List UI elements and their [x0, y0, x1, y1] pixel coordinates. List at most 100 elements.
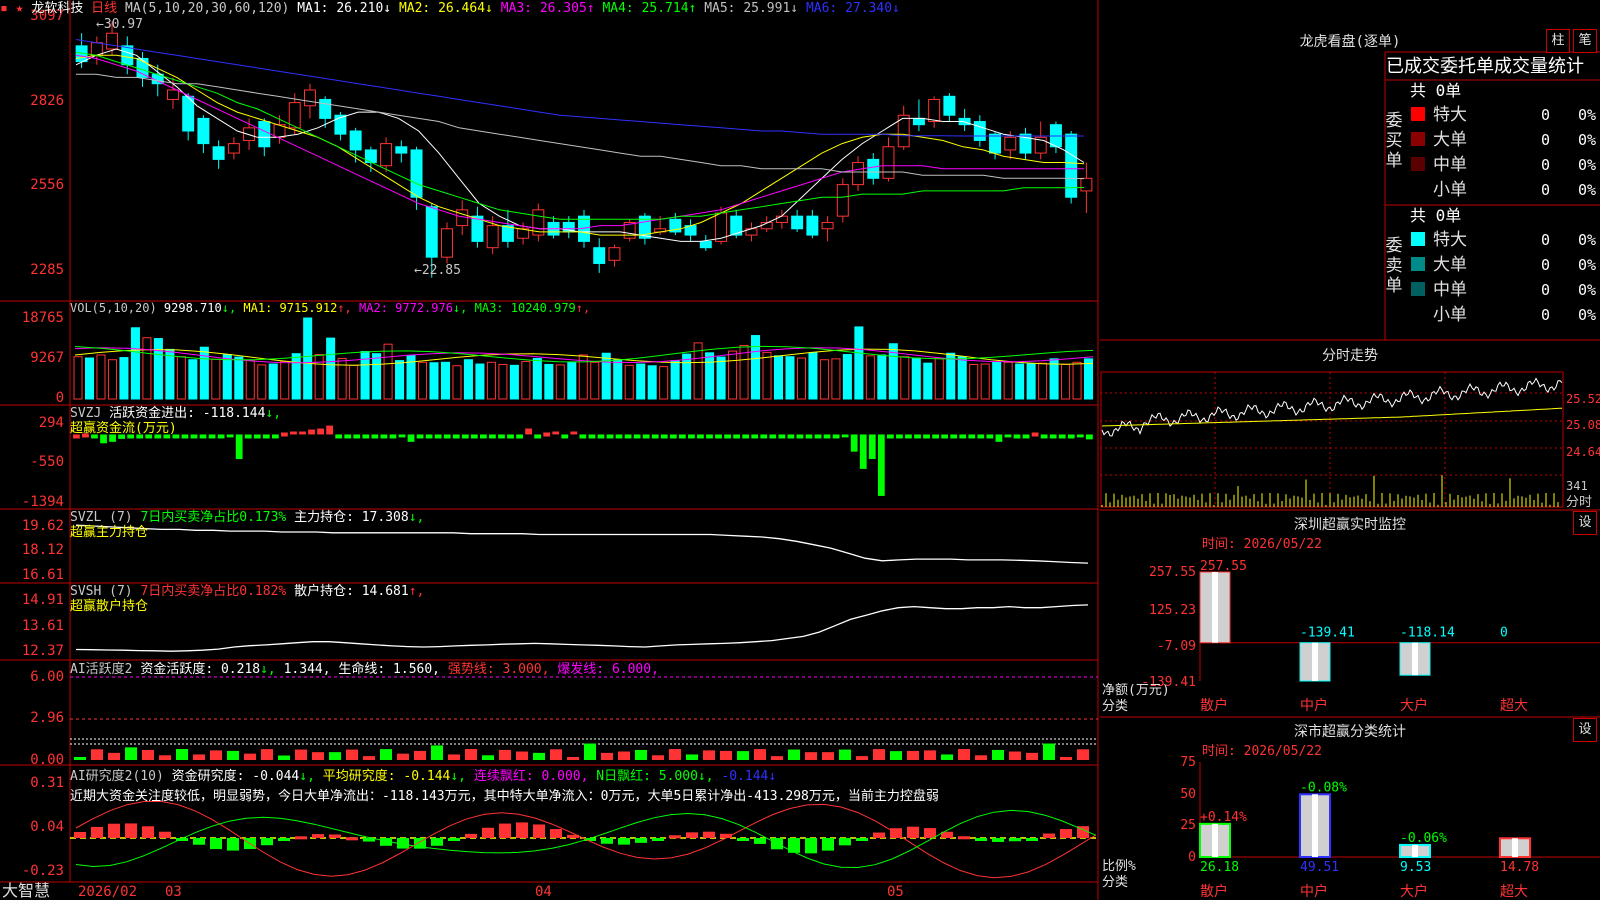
- candle-body: [395, 146, 408, 154]
- svzj-bar: [823, 434, 831, 439]
- volume-bar: [911, 357, 921, 400]
- ai-activity-bar: [924, 750, 936, 760]
- classify-title: 深市超赢分类统计: [1294, 723, 1406, 740]
- monitor-cat: 分类: [1102, 699, 1128, 714]
- brand-logo: 大智慧: [2, 881, 50, 900]
- svzj-bar: [886, 434, 894, 439]
- classify-bar-change: +0.14%: [1200, 810, 1247, 825]
- buy-row-name: 小单: [1433, 180, 1467, 200]
- ai-activity-bar: [1009, 751, 1021, 760]
- ai-activity-bar: [397, 753, 409, 760]
- candle-body: [258, 121, 271, 148]
- volume-bar: [1049, 358, 1059, 400]
- ai-research-bar: [482, 827, 494, 838]
- monitor-category: 超大: [1500, 698, 1528, 714]
- sell-row-value: 0: [1541, 231, 1550, 249]
- svzj-bar: [290, 431, 297, 435]
- ai-activity-bar: [125, 747, 137, 760]
- ai-research-bar: [142, 826, 154, 838]
- svzj-bar: [941, 434, 949, 439]
- ai-activity-bar: [873, 749, 885, 760]
- volume-bar: [957, 356, 967, 400]
- svzj-bar: [498, 434, 505, 439]
- tick-view-button[interactable]: 笔: [1573, 29, 1597, 53]
- monitor-category: 大户: [1400, 697, 1428, 714]
- ai-activity-bar: [1026, 752, 1038, 760]
- monitor-y-tick: -7.09: [1157, 639, 1196, 654]
- volume-bar: [831, 358, 841, 400]
- monitor-unit: 净额(万元): [1102, 683, 1170, 698]
- svzj-bar: [489, 434, 496, 439]
- svzj-bar: [923, 434, 930, 439]
- volume-bar: [796, 357, 806, 400]
- svzj-bar: [932, 434, 939, 439]
- volume-bar: [647, 365, 657, 400]
- volume-bar: [509, 364, 519, 400]
- ai-research-bar: [601, 838, 613, 844]
- svzj-bars[interactable]: [73, 425, 1093, 496]
- volume-bar: [107, 359, 117, 400]
- candle-body: [943, 95, 956, 116]
- chart-workspace[interactable]: 龙虎看盘(逐单)已成交委托单成交量统计共 0单委买单特大 0 0%大单 0 0%中单 0 0…: [0, 0, 1600, 900]
- ai-activity-bar: [737, 751, 749, 760]
- y-tick-label: 294: [39, 415, 64, 431]
- ai-activity-bar: [720, 750, 732, 760]
- monitor-settings-button[interactable]: 设: [1573, 511, 1597, 535]
- buy-row-pct: 0%: [1578, 131, 1596, 149]
- ai-activity-bar: [482, 755, 494, 760]
- candlestick-chart[interactable]: [75, 21, 1093, 278]
- sell-row-pct: 0%: [1578, 231, 1596, 249]
- y-tick-label: 2285: [30, 262, 64, 278]
- volume-bar: [865, 355, 875, 400]
- intraday-frame: [1100, 371, 1564, 508]
- y-tick-label: 12.37: [22, 643, 64, 659]
- monitor-y-tick: 257.55: [1149, 565, 1196, 580]
- ai-activity-bar: [108, 752, 120, 760]
- volume-bars[interactable]: [73, 317, 1094, 400]
- volume-bar: [934, 357, 944, 400]
- svzj-bar: [733, 434, 741, 439]
- volume-bar: [854, 326, 864, 400]
- ai-activity-bar: [176, 749, 188, 760]
- volume-bar: [142, 337, 152, 400]
- candle-body: [867, 158, 880, 179]
- monitor-bar: [1199, 571, 1231, 644]
- ai-research-bar: [125, 823, 137, 838]
- y-tick-label: 0: [56, 390, 64, 406]
- candle-body: [166, 89, 179, 100]
- svzj-bar: [995, 434, 1003, 442]
- y-tick-label: 13.61: [22, 618, 64, 634]
- ai-activity-bar: [312, 752, 324, 760]
- ai-activity-bar: [380, 749, 392, 760]
- column-view-button[interactable]: 柱: [1546, 29, 1570, 53]
- svzj-bar: [950, 434, 958, 439]
- svzj-bar: [841, 434, 849, 438]
- candle-body: [775, 215, 788, 223]
- monitor-title: 深圳超赢实时监控: [1294, 516, 1406, 533]
- svzj-bar: [1049, 434, 1057, 439]
- ai-research-bar: [958, 836, 970, 840]
- sell-swatch: [1411, 232, 1425, 246]
- volume-bar: [705, 352, 715, 400]
- volume-bar: [395, 360, 405, 400]
- svzj-bar: [235, 434, 243, 460]
- svzj-bar: [534, 434, 542, 439]
- ai-research-bar: [839, 838, 851, 846]
- candle-body: [1004, 136, 1017, 151]
- monitor-category: 散户: [1200, 697, 1228, 714]
- svzj-bar: [335, 434, 343, 439]
- ai-activity-bar: [499, 749, 511, 760]
- candle-body: [227, 143, 240, 154]
- classify-cat: 分类: [1102, 875, 1128, 890]
- classify-settings-button[interactable]: 设: [1573, 718, 1597, 742]
- volume-bar: [291, 353, 301, 400]
- ai-activity-bar: [91, 749, 103, 760]
- candle-body: [441, 228, 453, 258]
- candle-body: [912, 117, 925, 126]
- ai-research-bar: [703, 831, 715, 838]
- svzj-bar: [959, 434, 967, 439]
- high-price-label: ←30.97: [96, 17, 143, 32]
- ai-research-bar: [805, 838, 817, 854]
- candle-body: [852, 162, 865, 186]
- ai-research-bar: [550, 829, 562, 838]
